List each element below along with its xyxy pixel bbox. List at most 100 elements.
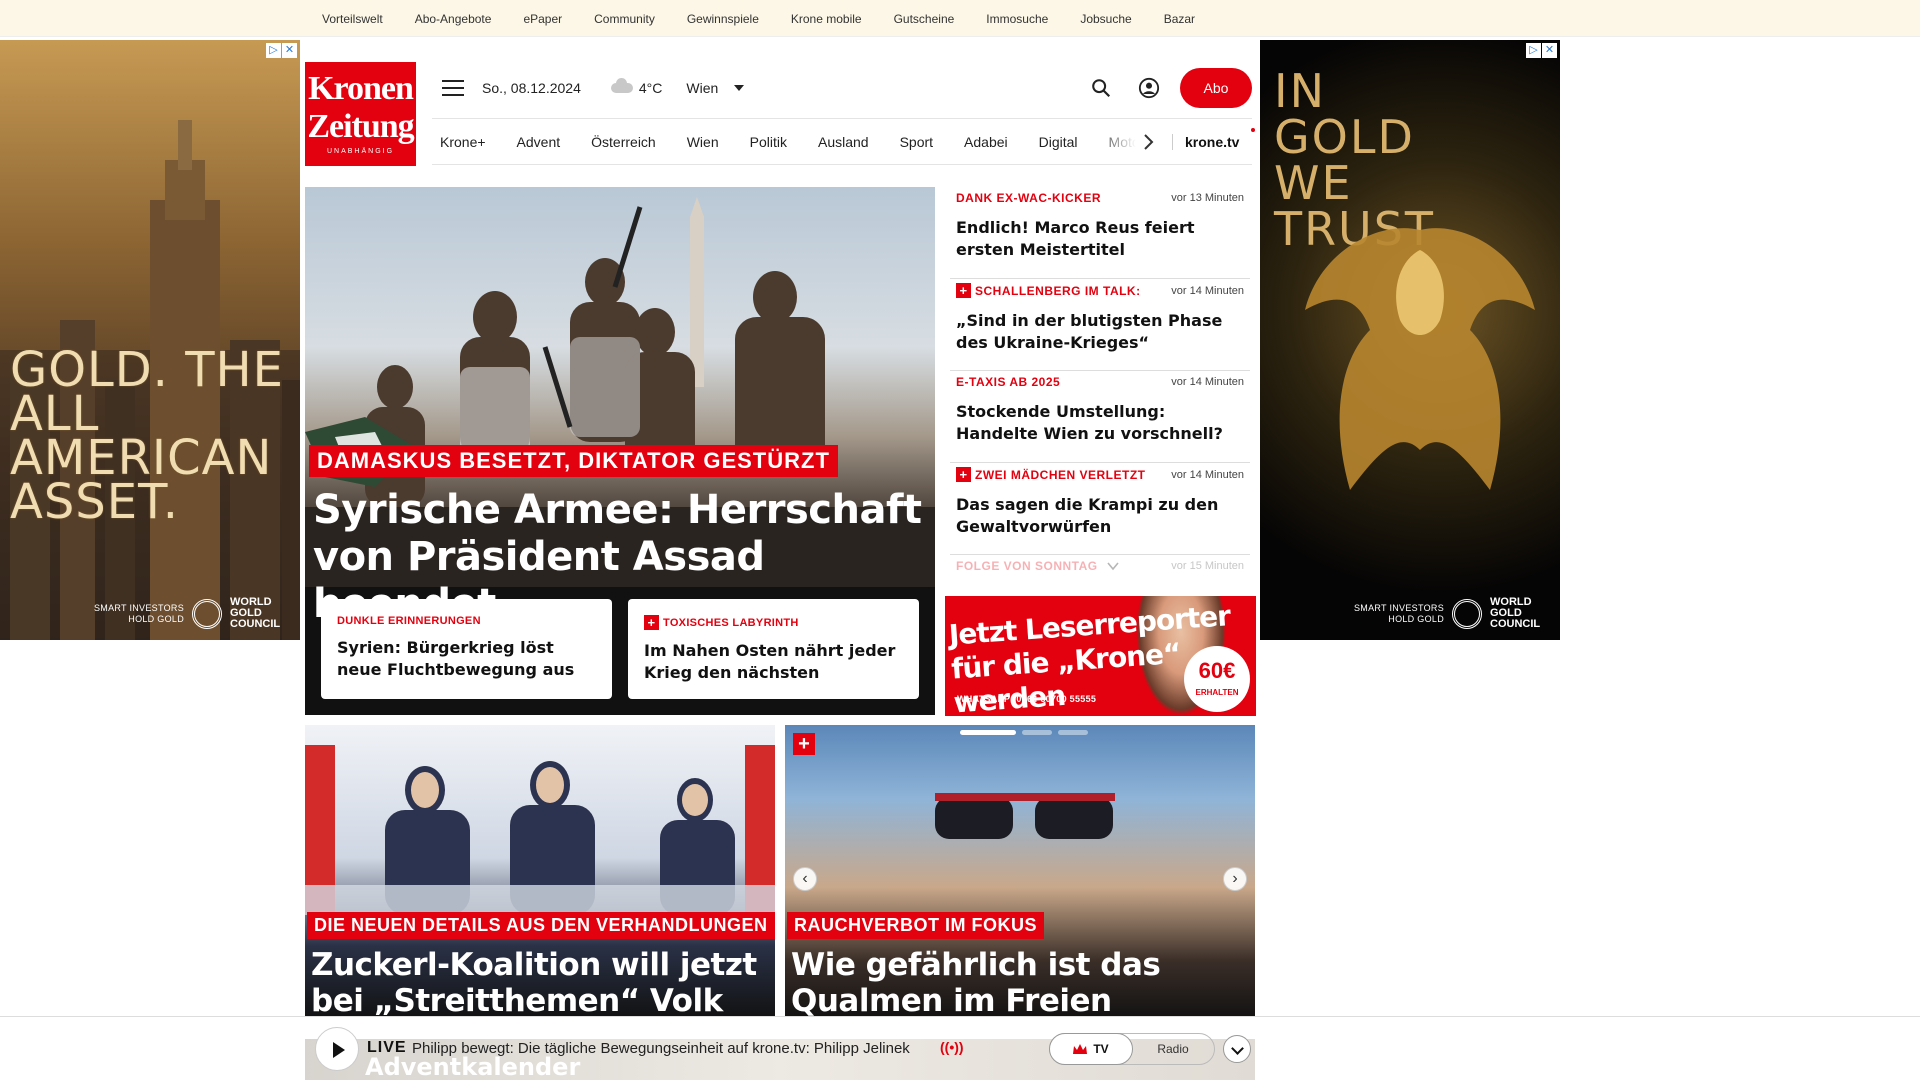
radio-label: Radio bbox=[1157, 1042, 1189, 1056]
utility-link[interactable]: Krone mobile bbox=[791, 12, 862, 26]
chevron-right-icon[interactable] bbox=[1138, 132, 1158, 152]
right-skyscraper-ad[interactable]: ▷ ✕ IN GOLD WE TRUST SMART INVESTORS HOL… bbox=[1260, 40, 1560, 640]
article-kicker: DIE NEUEN DETAILS AUS DEN VERHANDLUNGEN bbox=[307, 912, 775, 939]
tv-radio-toggle[interactable]: TV Radio bbox=[1049, 1033, 1215, 1065]
chevron-down-icon[interactable] bbox=[1106, 559, 1120, 573]
carousel-prev-icon[interactable]: ‹ bbox=[793, 867, 817, 891]
news-item[interactable]: + SCHALLENBERG IM TALK: vor 14 Minuten „Si… bbox=[950, 279, 1250, 371]
krone-plus-icon: + bbox=[793, 733, 815, 755]
utility-link[interactable]: Immosuche bbox=[986, 12, 1048, 26]
news-item[interactable]: E-TAXIS AB 2025 vor 14 Minuten Stockende … bbox=[950, 371, 1250, 463]
reward-label: ERHALTEN bbox=[1195, 688, 1239, 697]
ad-tagline-1: SMART INVESTORS bbox=[93, 602, 184, 613]
news-item[interactable]: DANK EX-WAC-KICKER vor 13 Minuten Endlich… bbox=[950, 187, 1250, 279]
site-header: So., 08.12.2024 4°C Wien Abo bbox=[432, 62, 1252, 114]
header-actions: Abo bbox=[1090, 68, 1252, 108]
ad-choices-icon[interactable]: ▷ bbox=[266, 43, 281, 58]
live-player-bar: Adventkalender LIVE Philipp bewegt: Die … bbox=[0, 1016, 1920, 1080]
related-headline: Im Nahen Osten nährt jeder Krieg den näc… bbox=[644, 641, 896, 682]
related-article-card[interactable]: + TOXISCHES LABYRINTH Im Nahen Osten nähr… bbox=[628, 599, 919, 699]
tv-option[interactable]: TV bbox=[1049, 1033, 1133, 1065]
search-icon[interactable] bbox=[1090, 77, 1112, 99]
related-kicker: DUNKLE ERINNERUNGEN bbox=[337, 615, 481, 627]
reward-amount: 60€ bbox=[1198, 658, 1236, 683]
nav-item-kronetv[interactable]: krone.tv bbox=[1172, 127, 1257, 150]
nav-item[interactable]: Ausland bbox=[818, 134, 869, 150]
nav-item[interactable]: Wien bbox=[687, 134, 719, 150]
utility-link[interactable]: Vorteilswelt bbox=[322, 12, 383, 26]
logo-tagline: UNABHÄNGIG bbox=[326, 148, 395, 155]
weather-widget[interactable]: 4°C bbox=[610, 78, 663, 96]
temperature: 4°C bbox=[638, 80, 663, 96]
play-icon[interactable] bbox=[315, 1027, 359, 1071]
abo-button[interactable]: Abo bbox=[1180, 68, 1252, 108]
tv-label: TV bbox=[1093, 1042, 1109, 1056]
ad-choices-icon[interactable]: ▷ bbox=[1526, 43, 1541, 58]
news-kicker: + SCHALLENBERG IM TALK: bbox=[956, 283, 1141, 298]
ad-tagline-2: HOLD GOLD bbox=[128, 613, 184, 624]
gold-council-logo-icon bbox=[192, 598, 222, 629]
radio-option[interactable]: Radio bbox=[1132, 1034, 1214, 1064]
user-account-icon[interactable] bbox=[1138, 77, 1160, 99]
main-navigation: Krone+ Advent Österreich Wien Politik Au… bbox=[432, 118, 1257, 165]
utility-link[interactable]: Gewinnspiele bbox=[687, 12, 759, 26]
news-time: vor 14 Minuten bbox=[1171, 376, 1244, 388]
utility-link[interactable]: ePaper bbox=[523, 12, 562, 26]
related-article-card[interactable]: DUNKLE ERINNERUNGEN Syrien: Bürgerkrieg … bbox=[321, 599, 612, 699]
carousel-next-icon[interactable]: › bbox=[1223, 867, 1247, 891]
utility-link[interactable]: Bazar bbox=[1164, 12, 1195, 26]
nav-item[interactable]: Sport bbox=[900, 134, 933, 150]
hero-kicker: DAMASKUS BESETZT, DIKTATOR GESTÜRZT bbox=[309, 445, 838, 477]
nav-item[interactable]: Politik bbox=[750, 134, 787, 150]
ad-close-icon[interactable]: ✕ bbox=[282, 43, 297, 58]
reward-badge: 60€ ERHALTEN bbox=[1184, 646, 1250, 712]
news-kicker-text: SCHALLENBERG IM TALK: bbox=[975, 283, 1141, 298]
article-kicker: RAUCHVERBOT IM FOKUS bbox=[787, 912, 1044, 939]
news-time: vor 13 Minuten bbox=[1171, 192, 1244, 204]
utility-link[interactable]: Abo-Angebote bbox=[415, 12, 492, 26]
hero-article[interactable]: DAMASKUS BESETZT, DIKTATOR GESTÜRZT Syri… bbox=[305, 187, 935, 715]
news-kicker: DANK EX-WAC-KICKER bbox=[956, 191, 1101, 205]
nav-item[interactable]: Österreich bbox=[591, 134, 656, 150]
kronen-zeitung-logo[interactable]: Kronen Zeitung UNABHÄNGIG bbox=[305, 62, 416, 166]
ad-tagline: SMART INVESTORS HOLD GOLD bbox=[1354, 603, 1444, 625]
gold-council-logo-icon bbox=[1452, 598, 1482, 629]
left-skyscraper-ad[interactable]: ▷ ✕ GOLD. THE ALL AMERICAN ASSET. SMART … bbox=[0, 40, 300, 640]
ad-footer: SMART INVESTORS HOLD GOLD WORLD GOLD COU… bbox=[94, 597, 290, 630]
carousel-indicators[interactable] bbox=[960, 730, 1088, 735]
related-kicker: + TOXISCHES LABYRINTH bbox=[644, 615, 903, 630]
leserreporter-banner[interactable]: Jetzt Leserreporter für die „Krone“ werd… bbox=[945, 596, 1256, 716]
news-kicker-text: FOLGE VON SONNTAG bbox=[956, 559, 1098, 573]
nav-item[interactable]: Krone+ bbox=[440, 134, 486, 150]
utility-link[interactable]: Gutscheine bbox=[894, 12, 955, 26]
news-kicker-text: ZWEI MÄDCHEN VERLETZT bbox=[975, 467, 1146, 482]
krone-plus-icon: + bbox=[956, 283, 971, 298]
top-utility-bar: Vorteilswelt Abo-Angebote ePaper Communi… bbox=[0, 0, 1920, 37]
ad-close-icon[interactable]: ✕ bbox=[1542, 43, 1557, 58]
utility-link[interactable]: Jobsuche bbox=[1080, 12, 1131, 26]
news-item-more[interactable]: FOLGE VON SONNTAG vor 15 Minuten bbox=[950, 555, 1250, 595]
related-headline: Syrien: Bürgerkrieg löst neue Fluchtbewe… bbox=[337, 638, 575, 679]
news-kicker: E-TAXIS AB 2025 bbox=[956, 375, 1061, 389]
news-headline: „Sind in der blutigsten Phase des Ukrain… bbox=[956, 311, 1223, 352]
article-headline: Wie gefährlich ist das Qualmen im Freien… bbox=[791, 947, 1161, 1020]
nav-item[interactable]: Adabei bbox=[964, 134, 1008, 150]
ad-tagline-2: HOLD GOLD bbox=[1388, 613, 1444, 624]
carousel-article-card[interactable]: + ‹ › RAUCHVERBOT IM FOKUS Wie gefährlic… bbox=[785, 725, 1255, 1020]
nav-items: Krone+ Advent Österreich Wien Politik Au… bbox=[432, 133, 1154, 150]
nav-item[interactable]: Advent bbox=[517, 134, 561, 150]
city-selector[interactable]: Wien bbox=[686, 80, 745, 96]
ad-tagline: SMART INVESTORS HOLD GOLD bbox=[94, 603, 184, 625]
ad-choices-badge[interactable]: ▷ ✕ bbox=[1526, 43, 1557, 58]
hamburger-menu-icon[interactable] bbox=[442, 80, 464, 96]
nav-item[interactable]: Digital bbox=[1039, 134, 1078, 150]
utility-link[interactable]: Community bbox=[594, 12, 655, 26]
expand-chevron-icon[interactable] bbox=[1223, 1035, 1251, 1063]
news-time: vor 14 Minuten bbox=[1171, 468, 1244, 481]
ad-choices-badge[interactable]: ▷ ✕ bbox=[266, 43, 297, 58]
article-headline: Zuckerl-Koalition will jetzt bei „Streit… bbox=[311, 947, 757, 1020]
ad-brand: WORLD GOLD COUNCIL bbox=[230, 596, 281, 630]
news-item[interactable]: + ZWEI MÄDCHEN VERLETZT vor 14 Minuten Das… bbox=[950, 463, 1250, 555]
live-program-title[interactable]: Philipp bewegt: Die tägliche Bewegungsei… bbox=[412, 1040, 932, 1057]
article-card[interactable]: DIE NEUEN DETAILS AUS DEN VERHANDLUNGEN … bbox=[305, 725, 775, 1020]
